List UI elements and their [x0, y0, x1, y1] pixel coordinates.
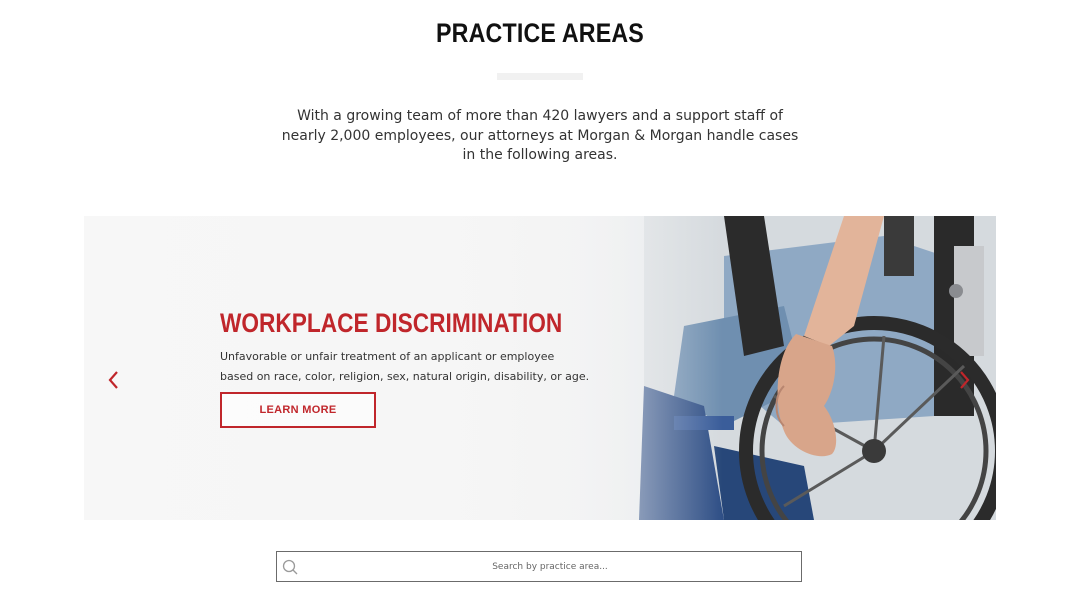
slide-description: Unfavorable or unfair treatment of an ap…: [220, 350, 590, 383]
carousel-prev-button[interactable]: [104, 366, 124, 394]
practice-area-carousel: WORKPLACE DISCRIMINATION Unfavorable or …: [84, 216, 996, 520]
slide-heading: WORKPLACE DISCRIMINATION: [220, 308, 563, 338]
search-icon: [282, 559, 298, 575]
learn-more-button[interactable]: LEARN MORE: [220, 392, 376, 428]
chevron-right-icon: [960, 371, 970, 389]
intro-paragraph: With a growing team of more than 420 law…: [281, 108, 799, 163]
search-input[interactable]: [305, 552, 795, 581]
chevron-left-icon: [108, 371, 118, 389]
section-title: PRACTICE AREAS: [436, 18, 644, 48]
practice-area-search: [276, 551, 802, 582]
practice-areas-page: PRACTICE AREAS With a growing team of mo…: [0, 0, 1080, 600]
title-divider: [497, 73, 583, 80]
carousel-next-button[interactable]: [954, 366, 974, 394]
